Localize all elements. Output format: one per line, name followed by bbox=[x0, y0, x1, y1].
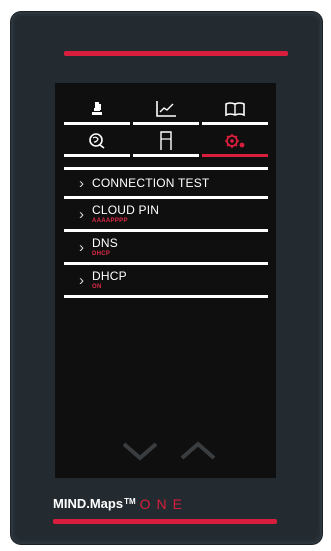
gear-icon bbox=[225, 134, 245, 148]
menu-item-value: DHCP bbox=[92, 251, 111, 257]
device-panel: › CONNECTION TEST › CLOUD PIN AAAAPPPP ›… bbox=[11, 12, 322, 544]
menu-item-value: ON bbox=[92, 284, 102, 290]
menu-item-label: CLOUD PIN bbox=[92, 203, 160, 217]
brand-logo: MIND.Maps TM ONE bbox=[53, 496, 188, 512]
microscope-icon bbox=[92, 102, 102, 115]
menu-item-dhcp[interactable]: › DHCP ON bbox=[64, 265, 268, 295]
globe-icon bbox=[89, 133, 105, 149]
chevron-right-icon: › bbox=[79, 206, 84, 223]
tab-chart[interactable] bbox=[133, 96, 199, 125]
bottom-accent-bar bbox=[53, 519, 277, 524]
menu-item-dns[interactable]: › DNS DHCP bbox=[64, 232, 268, 262]
tab-microscope[interactable] bbox=[64, 96, 130, 125]
door-icon bbox=[160, 131, 172, 150]
menu-item-cloud-pin[interactable]: › CLOUD PIN AAAAPPPP bbox=[64, 199, 268, 229]
book-icon bbox=[225, 102, 245, 117]
menu-item-value: AAAAPPPP bbox=[92, 218, 128, 224]
menu-item-connection-test[interactable]: › CONNECTION TEST bbox=[64, 170, 268, 196]
chevron-up-icon bbox=[180, 441, 216, 460]
scroll-up-button[interactable] bbox=[178, 439, 218, 463]
brand-name: MIND.Maps bbox=[53, 496, 124, 511]
chart-icon bbox=[156, 101, 176, 117]
tab-globe[interactable] bbox=[64, 128, 130, 157]
chevron-right-icon: › bbox=[79, 175, 84, 192]
chevron-right-icon: › bbox=[79, 272, 84, 289]
menu-item-label: CONNECTION TEST bbox=[92, 176, 210, 190]
menu-item-label: DNS bbox=[92, 236, 118, 250]
chevron-right-icon: › bbox=[79, 239, 84, 256]
brand-edition: ONE bbox=[139, 496, 188, 512]
settings-menu: › CONNECTION TEST › CLOUD PIN AAAAPPPP ›… bbox=[64, 167, 268, 298]
tab-grid bbox=[64, 96, 268, 160]
menu-divider bbox=[64, 295, 268, 298]
scroll-nav bbox=[120, 439, 220, 469]
menu-item-label: DHCP bbox=[92, 269, 127, 283]
display-screen: › CONNECTION TEST › CLOUD PIN AAAAPPPP ›… bbox=[55, 83, 276, 478]
tab-door[interactable] bbox=[133, 128, 199, 157]
scroll-down-button[interactable] bbox=[120, 439, 160, 463]
chevron-down-icon bbox=[122, 442, 158, 461]
top-accent-bar bbox=[64, 51, 288, 56]
brand-trademark: TM bbox=[124, 497, 136, 506]
tab-settings[interactable] bbox=[202, 128, 268, 157]
tab-book[interactable] bbox=[202, 96, 268, 125]
